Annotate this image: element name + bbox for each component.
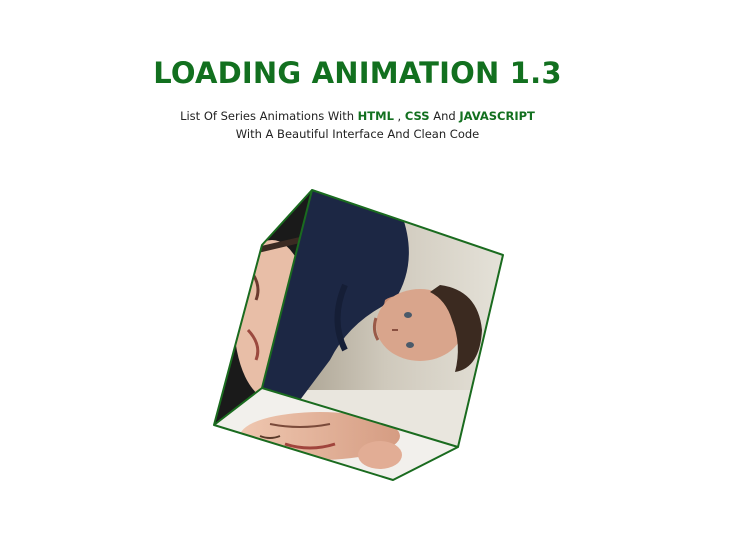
rotating-cube [213,189,504,481]
